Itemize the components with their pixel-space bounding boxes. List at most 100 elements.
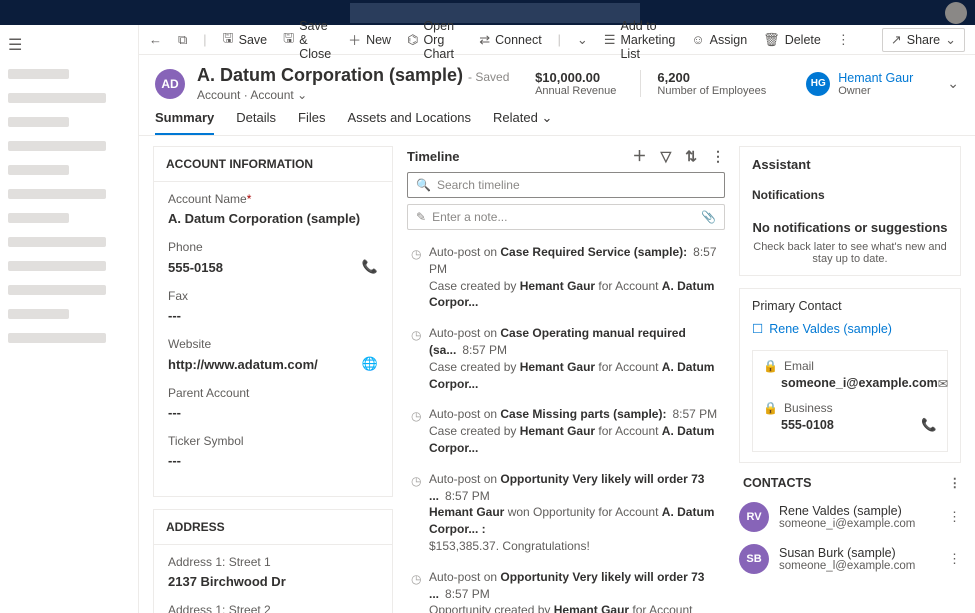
attachment-icon[interactable]: 📎: [701, 210, 716, 224]
connect-button[interactable]: ⇄Connect: [479, 32, 541, 48]
field-label-account-name: Account Name*: [168, 192, 378, 206]
contact-email: someone_i@example.com: [779, 518, 915, 530]
page-title: A. Datum Corporation (sample) - Saved: [197, 65, 509, 86]
nav-placeholder: [8, 285, 106, 295]
nav-placeholder: [8, 237, 106, 247]
contact-more-button[interactable]: ⋮: [948, 509, 961, 525]
timeline-note-input[interactable]: ✎ Enter a note... 📎: [407, 204, 725, 230]
phone-icon[interactable]: 📞: [921, 418, 937, 433]
field-value-account-name[interactable]: A. Datum Corporation (sample): [168, 211, 378, 226]
timeline-sort-button[interactable]: ⇅: [685, 148, 697, 165]
timeline-search-input[interactable]: 🔍 Search timeline: [407, 172, 725, 198]
save-button[interactable]: 🖫Save: [223, 29, 268, 51]
field-value-phone[interactable]: 555-0158📞: [168, 259, 378, 275]
email-label: Email: [784, 359, 814, 373]
nav-placeholder: [8, 117, 69, 127]
owner-avatar: HG: [806, 72, 830, 96]
global-search-input[interactable]: [350, 3, 640, 23]
assistant-heading: Assistant: [752, 157, 948, 172]
field-value-ticker[interactable]: ---: [168, 453, 378, 468]
timeline-item[interactable]: ◷Auto-post on Opportunity Very likely wi…: [407, 563, 725, 613]
connect-label: Connect: [495, 33, 542, 47]
field-label-street2: Address 1: Street 2: [168, 603, 378, 613]
field-value-street1[interactable]: 2137 Birchwood Dr: [168, 574, 378, 589]
save-status: - Saved: [468, 70, 509, 84]
timeline-more-button[interactable]: ⋮: [711, 148, 725, 165]
contact-row[interactable]: SBSusan Burk (sample)someone_l@example.c…: [739, 544, 961, 574]
separator: |: [203, 33, 206, 47]
search-icon: 🔍: [416, 178, 431, 192]
globe-icon[interactable]: 🌐: [362, 356, 378, 372]
stat-label: Number of Employees: [657, 85, 766, 97]
field-value-website[interactable]: http://www.adatum.com/🌐: [168, 356, 378, 372]
contacts-section: CONTACTS ⋮ RVRene Valdes (sample)someone…: [739, 475, 961, 574]
notifications-heading: Notifications: [752, 188, 948, 202]
trash-icon: 🗑: [763, 32, 780, 48]
contact-phone[interactable]: 555-0108: [781, 418, 834, 433]
assign-button[interactable]: ☺Assign: [691, 32, 747, 47]
tab-related[interactable]: Related ⌄: [493, 110, 552, 135]
tab-bar: Summary Details Files Assets and Locatio…: [139, 102, 975, 136]
field-label-ticker: Ticker Symbol: [168, 434, 378, 448]
timeline-item[interactable]: ◷Auto-post on Opportunity Very likely wi…: [407, 465, 725, 563]
primary-contact-label: Primary Contact: [752, 299, 948, 313]
account-avatar: AD: [155, 69, 185, 99]
autopost-icon: ◷: [411, 571, 421, 588]
contact-row[interactable]: RVRene Valdes (sample)someone_i@example.…: [739, 502, 961, 532]
tab-assets[interactable]: Assets and Locations: [347, 110, 471, 135]
tab-files[interactable]: Files: [298, 110, 325, 135]
timeline-item[interactable]: ◷Auto-post on Case Operating manual requ…: [407, 319, 725, 400]
phone-icon[interactable]: 📞: [362, 259, 378, 275]
nav-placeholder: [8, 333, 106, 343]
nav-placeholder: [8, 261, 106, 271]
field-value-fax[interactable]: ---: [168, 308, 378, 323]
owner-name: Hemant Gaur: [838, 71, 913, 85]
back-button[interactable]: ←: [149, 32, 162, 47]
hamburger-icon[interactable]: ☰: [8, 35, 130, 55]
contact-email: someone_l@example.com: [779, 560, 915, 572]
open-new-window-button[interactable]: ⧉: [178, 32, 187, 48]
new-label: New: [366, 33, 391, 47]
share-button[interactable]: ↗Share ⌄: [882, 28, 965, 52]
contact-email[interactable]: someone_i@example.com: [781, 376, 938, 391]
share-label: Share: [907, 33, 940, 47]
timeline-add-button[interactable]: ＋: [632, 146, 646, 166]
overflow-button[interactable]: ⋮: [837, 32, 850, 48]
external-icon: ⧉: [178, 32, 187, 48]
contacts-more-button[interactable]: ⋮: [949, 475, 962, 490]
primary-contact-card: Primary Contact ☐Rene Valdes (sample) 🔒E…: [739, 288, 961, 463]
timeline-heading: Timeline: [407, 149, 460, 164]
tab-details[interactable]: Details: [236, 110, 276, 135]
address-heading: ADDRESS: [154, 510, 392, 545]
command-bar: ← ⧉ | 🖫Save 🖫Save & Close ＋New ⌬Open Org…: [139, 25, 975, 55]
field-label-parent-account: Parent Account: [168, 386, 378, 400]
stat-label: Annual Revenue: [535, 85, 616, 97]
no-notifications-body: Check back later to see what's new and s…: [752, 241, 948, 265]
primary-contact-link[interactable]: ☐Rene Valdes (sample): [752, 321, 948, 336]
email-icon[interactable]: ✉: [938, 376, 948, 391]
arrow-left-icon: ←: [149, 32, 162, 47]
record-owner[interactable]: HG Hemant Gaur Owner: [790, 71, 913, 97]
timeline-filter-button[interactable]: ▽: [660, 148, 671, 165]
field-value-parent-account[interactable]: ---: [168, 405, 378, 420]
nav-placeholder: [8, 309, 69, 319]
nav-placeholder: [8, 141, 106, 151]
new-button[interactable]: ＋New: [348, 30, 391, 49]
assistant-card: Assistant Notifications No notifications…: [739, 146, 961, 276]
timeline-item[interactable]: ◷Auto-post on Case Required Service (sam…: [407, 238, 725, 319]
breadcrumb[interactable]: Account · Account ⌄: [197, 88, 509, 102]
tab-summary[interactable]: Summary: [155, 110, 214, 135]
more-vertical-icon: ⋮: [837, 32, 850, 48]
account-info-heading: ACCOUNT INFORMATION: [154, 147, 392, 182]
address-card: ADDRESS Address 1: Street 1 2137 Birchwo…: [153, 509, 393, 613]
delete-button[interactable]: 🗑Delete: [763, 32, 821, 48]
assign-label: Assign: [710, 33, 748, 47]
connect-dropdown[interactable]: ⌄: [577, 32, 588, 48]
timeline-item[interactable]: ◷Auto-post on Case Missing parts (sample…: [407, 400, 725, 464]
user-avatar[interactable]: [945, 2, 967, 24]
stat-annual-revenue: $10,000.00 Annual Revenue: [519, 70, 616, 97]
note-placeholder: Enter a note...: [432, 210, 507, 224]
header-expand-chevron[interactable]: ⌄: [947, 75, 959, 92]
contact-more-button[interactable]: ⋮: [948, 551, 961, 567]
stat-value: 6,200: [657, 70, 766, 85]
